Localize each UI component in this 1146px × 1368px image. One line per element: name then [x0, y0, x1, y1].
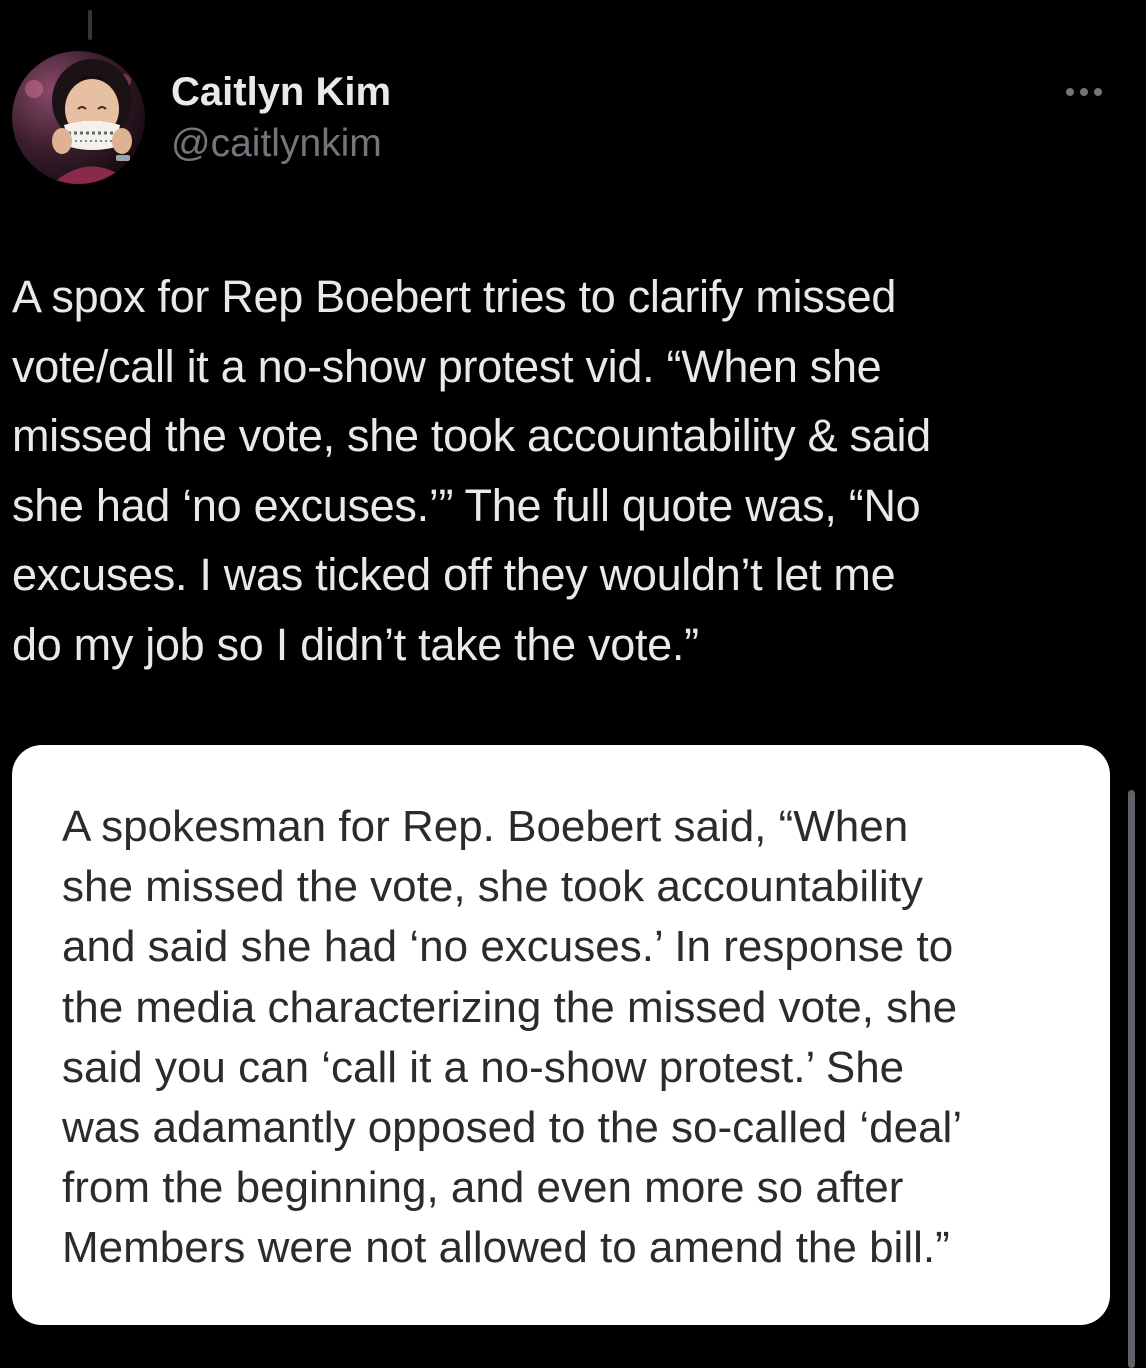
tweet-text: A spox for Rep Boebert tries to clarify …: [12, 271, 931, 670]
author-handle[interactable]: @caitlynkim: [171, 118, 391, 170]
scrollbar[interactable]: [1128, 790, 1135, 1368]
more-options-button[interactable]: [1056, 76, 1112, 108]
thread-connector-line: [88, 10, 92, 40]
author-info[interactable]: Caitlyn Kim @caitlynkim: [171, 66, 391, 170]
profile-photo: [12, 51, 145, 184]
more-options-icon: [1066, 88, 1102, 96]
attached-image-card[interactable]: A spokesman for Rep. Boebert said, “When…: [12, 745, 1110, 1325]
avatar[interactable]: [12, 51, 145, 184]
attached-image-text: A spokesman for Rep. Boebert said, “When…: [62, 802, 963, 1273]
author-display-name[interactable]: Caitlyn Kim: [171, 66, 391, 118]
